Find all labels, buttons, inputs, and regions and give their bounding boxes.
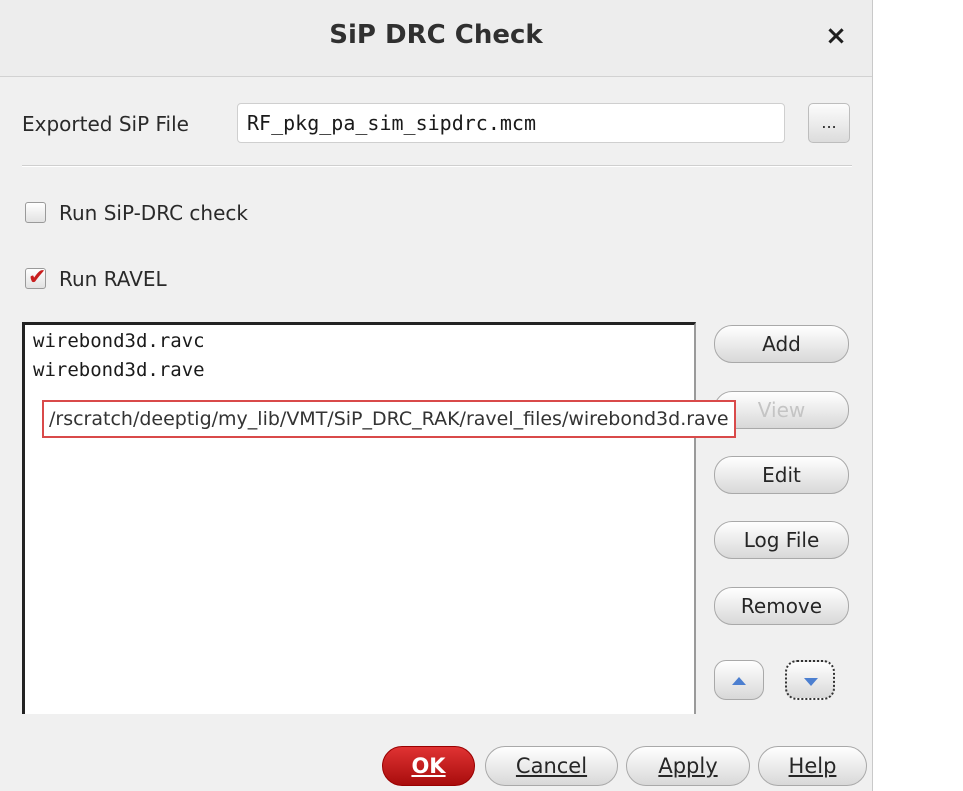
dialog-title: SiP DRC Check <box>329 20 543 50</box>
log-file-button[interactable]: Log File <box>714 521 849 559</box>
list-item[interactable]: wirebond3d.ravc <box>33 330 205 352</box>
cancel-button[interactable]: Cancel <box>485 746 618 786</box>
check-mark-icon: ✔ <box>28 265 47 290</box>
exported-file-label: Exported SiP File <box>22 112 189 136</box>
edit-button[interactable]: Edit <box>714 456 849 494</box>
exported-file-input[interactable] <box>237 103 785 143</box>
arrow-up-icon <box>732 677 746 685</box>
apply-button[interactable]: Apply <box>626 746 750 786</box>
add-button[interactable]: Add <box>714 325 849 363</box>
run-ravel-label: Run RAVEL <box>59 267 167 291</box>
move-up-button[interactable] <box>714 660 764 700</box>
browse-button[interactable]: ... <box>808 103 850 143</box>
run-sip-drc-checkbox[interactable] <box>25 202 46 223</box>
list-item[interactable]: wirebond3d.rave <box>33 359 205 381</box>
ok-button[interactable]: OK <box>382 746 475 786</box>
run-ravel-checkbox[interactable]: ✔ <box>25 265 47 290</box>
remove-button[interactable]: Remove <box>714 587 849 625</box>
sip-drc-dialog: SiP DRC Check × Exported SiP File ... Ru… <box>0 0 873 791</box>
move-down-button[interactable] <box>785 660 835 700</box>
separator <box>22 165 852 167</box>
ravel-file-list[interactable]: wirebond3d.ravc wirebond3d.rave <box>22 322 696 714</box>
run-sip-drc-label: Run SiP-DRC check <box>59 201 248 225</box>
file-path-tooltip: /rscratch/deeptig/my_lib/VMT/SiP_DRC_RAK… <box>42 400 736 438</box>
close-icon[interactable]: × <box>822 22 850 50</box>
help-button[interactable]: Help <box>758 746 867 786</box>
title-bar: SiP DRC Check × <box>0 0 872 77</box>
arrow-down-icon <box>804 678 818 686</box>
